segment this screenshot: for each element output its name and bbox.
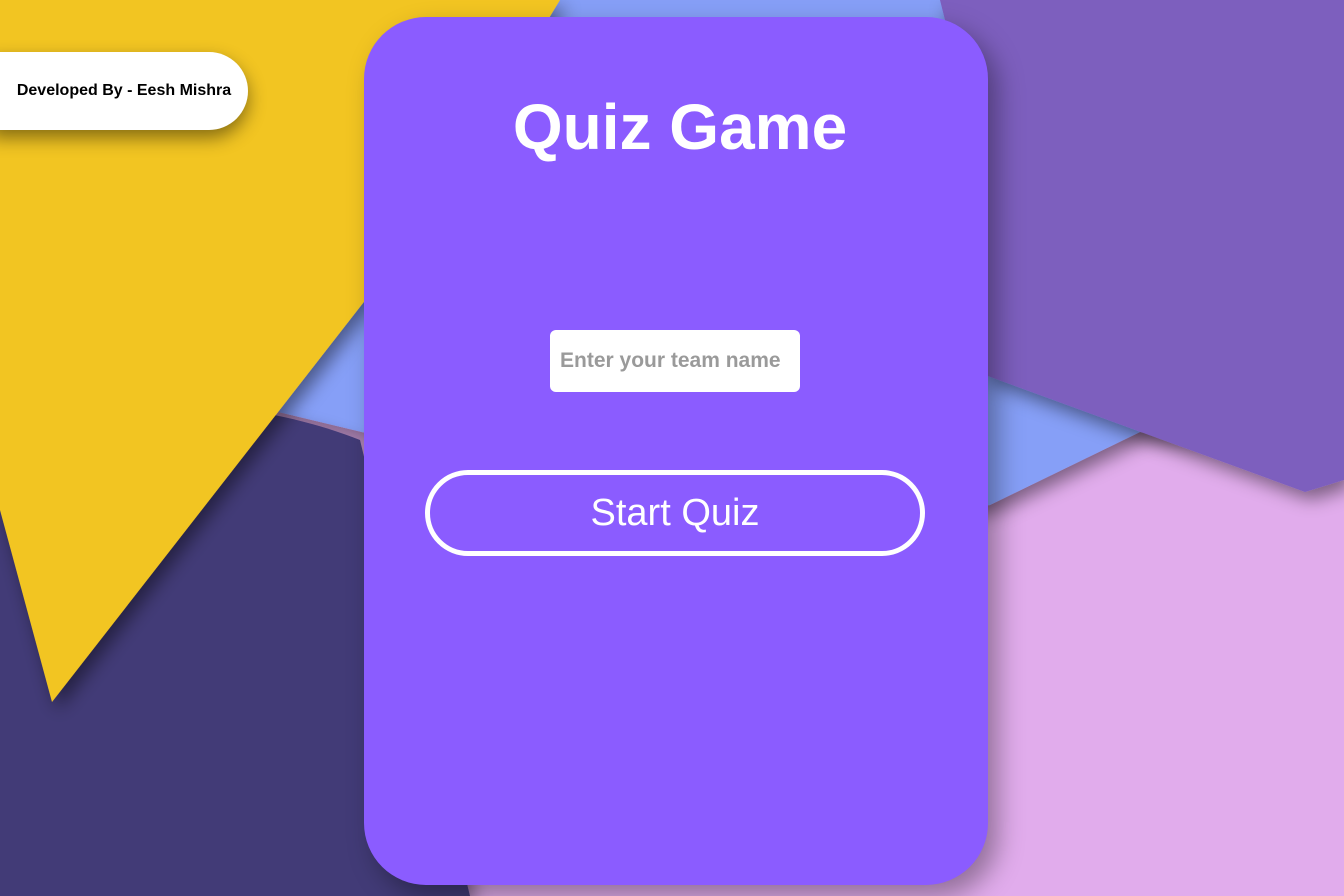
start-quiz-button[interactable]: Start Quiz <box>425 470 925 556</box>
developer-credit-text: Developed By - Eesh Mishra <box>16 82 232 99</box>
quiz-card: Quiz Game Start Quiz <box>364 17 988 885</box>
developer-credit-badge: Developed By - Eesh Mishra <box>0 52 248 130</box>
page-title: Quiz Game <box>512 91 848 163</box>
page-background: Developed By - Eesh Mishra Quiz Game Sta… <box>0 0 1344 896</box>
team-name-input[interactable] <box>550 330 800 392</box>
